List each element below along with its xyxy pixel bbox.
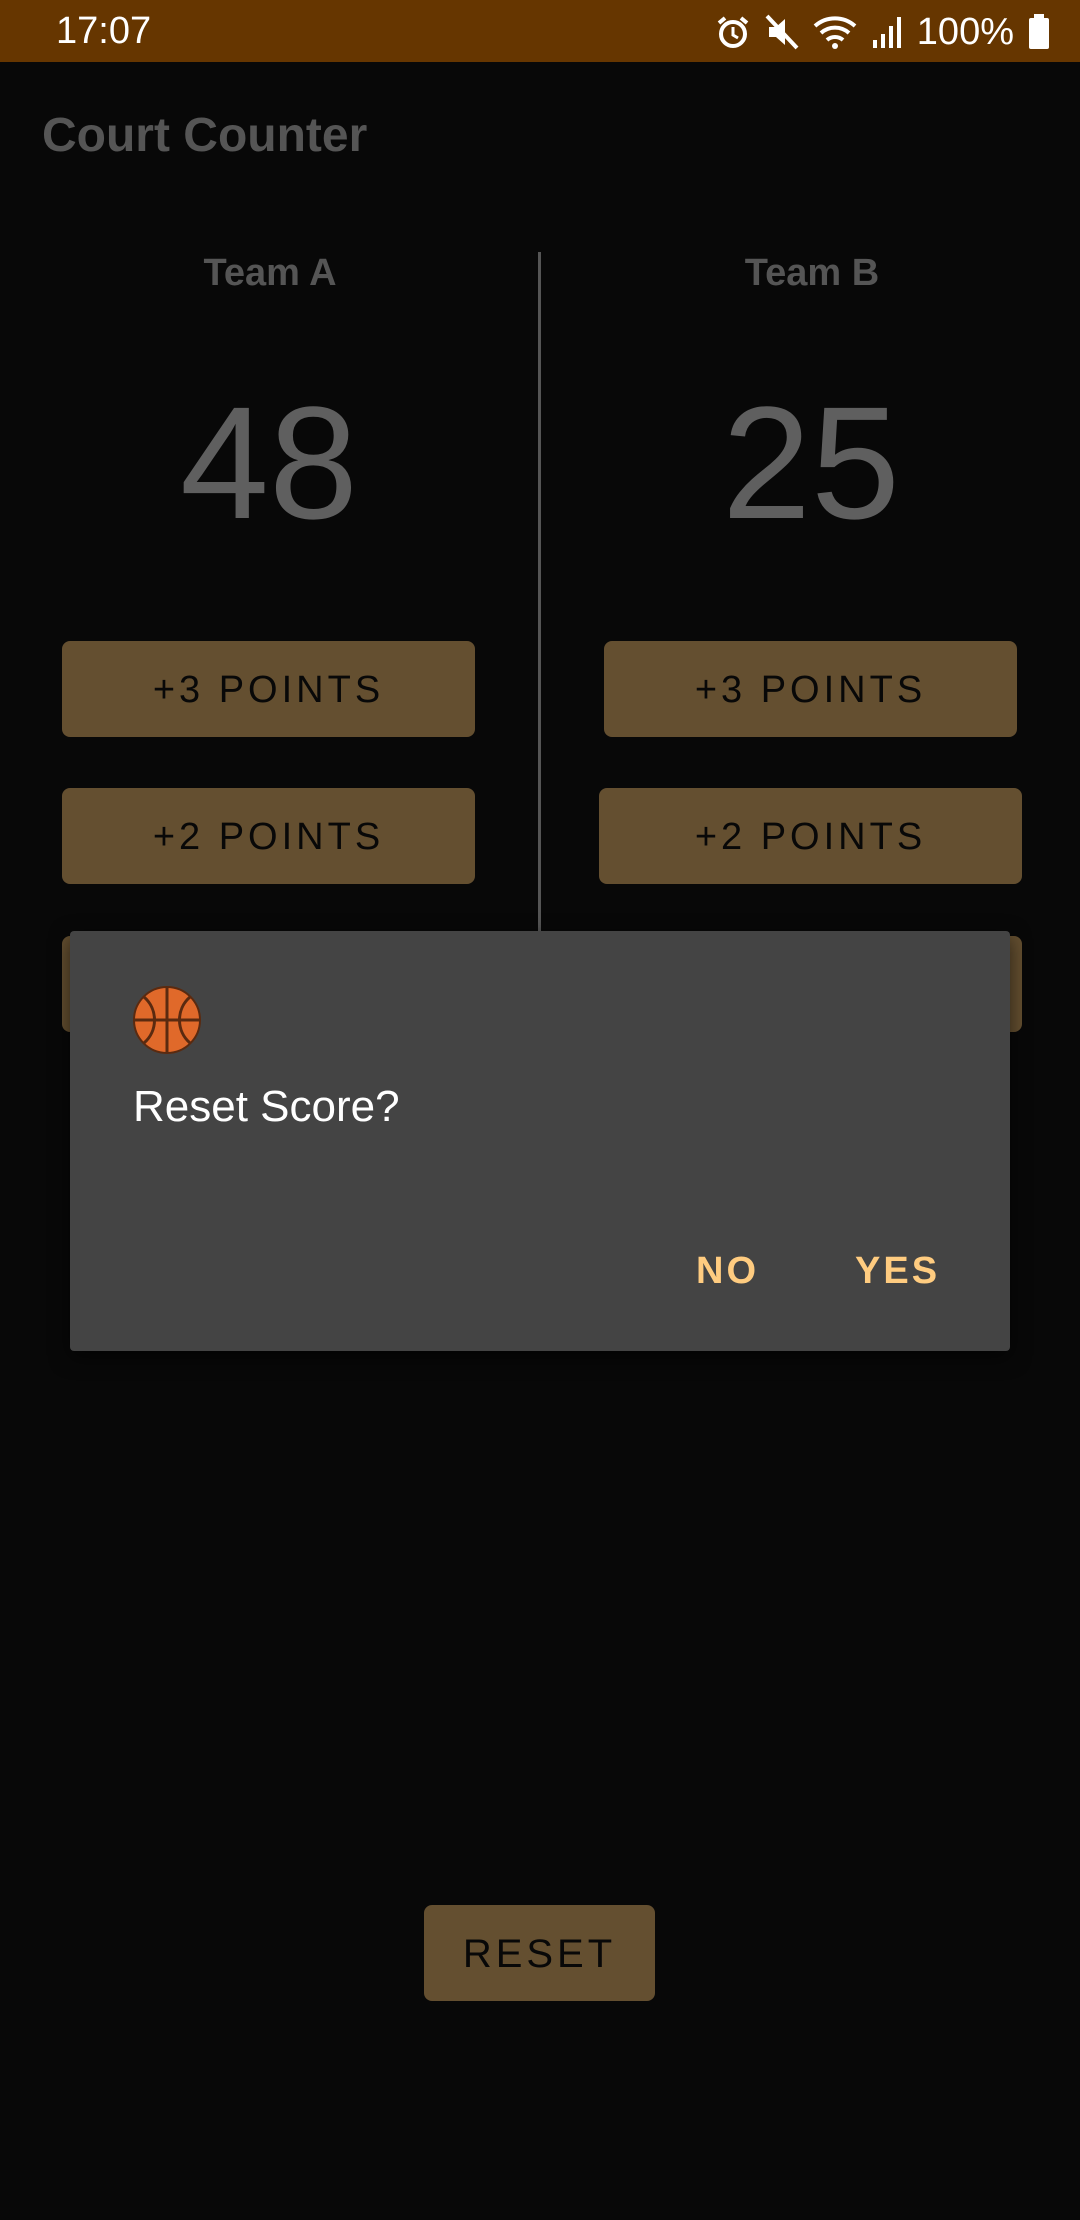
signal-icon bbox=[871, 14, 905, 50]
basketball-icon bbox=[132, 985, 202, 1055]
team-a-plus-three-button[interactable]: +3 POINTS bbox=[62, 641, 475, 737]
team-a-plus-two-button[interactable]: +2 POINTS bbox=[62, 788, 475, 884]
reset-dialog: Reset Score? NO YES bbox=[70, 931, 1010, 1351]
dialog-title: Reset Score? bbox=[133, 1082, 400, 1131]
alarm-icon bbox=[715, 14, 751, 50]
reset-button[interactable]: RESET bbox=[424, 1905, 655, 2001]
team-a-name: Team A bbox=[203, 252, 337, 294]
dialog-yes-button[interactable]: YES bbox=[855, 1246, 940, 1296]
status-icons: 100% bbox=[715, 10, 1050, 54]
battery-percent: 100% bbox=[916, 11, 1014, 53]
battery-icon bbox=[1028, 14, 1050, 50]
wifi-icon bbox=[813, 14, 857, 50]
status-bar: 17:07 100% bbox=[0, 0, 1080, 62]
team-divider bbox=[538, 252, 541, 932]
team-b-plus-two-button[interactable]: +2 POINTS bbox=[599, 788, 1022, 884]
team-b-plus-three-button[interactable]: +3 POINTS bbox=[604, 641, 1017, 737]
team-a-score: 48 bbox=[180, 373, 358, 552]
mute-icon bbox=[765, 14, 799, 50]
status-time: 17:07 bbox=[56, 10, 152, 52]
app-title: Court Counter bbox=[42, 109, 368, 162]
dialog-no-button[interactable]: NO bbox=[696, 1246, 759, 1296]
team-b-name: Team B bbox=[744, 252, 880, 294]
team-b-score: 25 bbox=[722, 373, 900, 552]
